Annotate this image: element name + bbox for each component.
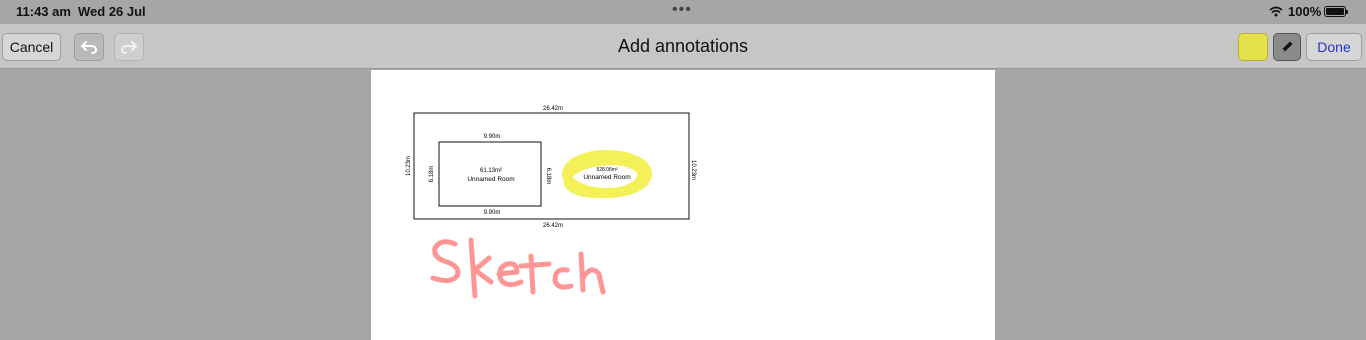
pen-tool-button[interactable] [1273, 33, 1301, 61]
room-1-bottom-dimension: 9.90m [484, 210, 501, 216]
wifi-icon [1269, 5, 1283, 20]
battery-icon [1324, 6, 1348, 17]
annotation-canvas[interactable]: 26.42m 26.42m 10.23m 10.23m 9.90m 9.90m … [371, 70, 995, 340]
floor-plan-drawing: 26.42m 26.42m 10.23m 10.23m 9.90m 9.90m … [406, 106, 696, 299]
outer-bottom-dimension: 26.42m [543, 223, 563, 229]
outer-left-dimension: 10.23m [406, 156, 412, 176]
handwritten-sketch-annotation [430, 237, 606, 299]
color-picker-button[interactable] [1238, 33, 1268, 61]
room-1 [438, 141, 542, 207]
room-1-name: Unnamed Room [467, 176, 514, 183]
status-bar: 11:43 am Wed 26 Jul ••• 100% [0, 0, 1366, 24]
multitasking-dots-icon[interactable]: ••• [672, 1, 692, 19]
done-button[interactable]: Done [1306, 33, 1362, 61]
room-1-top-dimension: 9.90m [484, 134, 501, 140]
page-title: Add annotations [617, 36, 749, 56]
room-2-name: Unnamed Room [583, 174, 630, 181]
room-2-area: 528.06m² [596, 167, 617, 173]
room-1-right-dimension: 6.18m [545, 168, 551, 185]
annotation-toolbar: Cancel Add annotations Done [0, 24, 1366, 69]
battery-percentage: 100% [1288, 4, 1322, 19]
outer-top-dimension: 26.42m [543, 106, 563, 112]
status-date: Wed 26 Jul [78, 4, 146, 19]
pencil-icon [1282, 41, 1293, 52]
status-time: 11:43 am [16, 4, 71, 19]
room-1-area: 61.13m² [480, 168, 502, 174]
room-1-left-dimension: 6.18m [429, 166, 435, 183]
outer-right-dimension: 10.23m [690, 160, 696, 180]
